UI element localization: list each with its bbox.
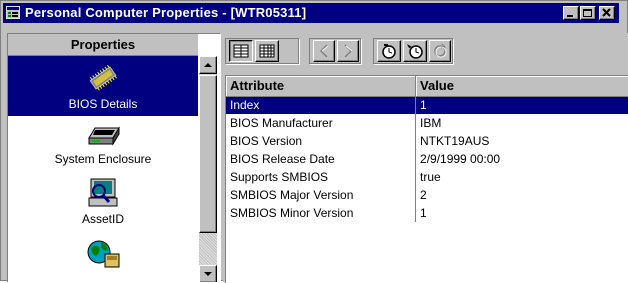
column-header-value[interactable]: Value [415,76,628,97]
refresh-button[interactable] [429,40,451,62]
properties-grid: Attribute Value Index 1 BIOS Manufacture… [225,75,628,283]
attribute-cell: Index [226,96,417,114]
table-row[interactable]: SMBIOS Minor Version 1 [226,204,628,222]
maximize-button[interactable] [580,6,596,20]
app-window: Personal Computer Properties - [WTR05311… [0,0,628,283]
properties-header: Properties [8,34,198,56]
arrow-down-icon [204,272,212,276]
sidebar-item-assetid[interactable]: AssetID [8,172,198,232]
sidebar-item-bios-details[interactable]: BIOS Details [8,56,198,116]
attribute-cell: BIOS Release Date [226,150,417,168]
previous-button[interactable] [313,40,335,62]
value-cell: 2/9/1999 00:00 [415,150,628,168]
sidebar-item-label: System Enclosure [54,152,152,166]
history-compare-button[interactable] [403,40,427,62]
table-header-row: Attribute Value [226,76,628,97]
sidebar-item-network[interactable] [8,232,198,282]
previous-icon [319,44,329,58]
minimize-button[interactable] [563,6,579,20]
attribute-cell: BIOS Version [226,132,417,150]
attribute-cell: BIOS Manufacturer [226,114,417,132]
network-globe-icon [87,240,120,268]
value-cell: 1 [415,204,628,222]
attribute-cell: SMBIOS Major Version [226,186,417,204]
next-button[interactable] [337,40,359,62]
close-button[interactable] [599,6,615,20]
sidebar-item-label: AssetID [81,212,124,226]
grid-view-icon [259,44,275,58]
next-icon [344,44,353,58]
value-cell: 1 [415,96,628,114]
table-row[interactable]: Index 1 [226,96,628,114]
client-area: Properties BIOS Details System Enclosure… [3,25,628,283]
value-cell: NTKT19AUS [415,132,628,150]
table-row[interactable]: SMBIOS Major Version 2 [226,186,628,204]
app-icon [6,6,20,19]
maximize-icon [583,9,592,17]
column-header-attribute[interactable]: Attribute [226,76,417,97]
table-row[interactable]: BIOS Release Date 2/9/1999 00:00 [226,150,628,168]
window-title: Personal Computer Properties - [WTR05311… [25,5,307,20]
details-pane: Attribute Value Index 1 BIOS Manufacture… [223,33,628,283]
arrow-up-icon [204,63,212,67]
sidebar-item-label: BIOS Details [68,97,138,111]
details-view-button[interactable] [229,40,253,62]
attribute-cell: SMBIOS Minor Version [226,204,417,222]
table-row[interactable]: BIOS Version NTKT19AUS [226,132,628,150]
title-bar[interactable]: Personal Computer Properties - [WTR05311… [3,3,619,23]
value-cell: 2 [415,186,628,204]
asset-id-icon [88,178,118,207]
attribute-cell: Supports SMBIOS [226,168,417,186]
properties-pane: Properties BIOS Details System Enclosure… [7,33,221,282]
value-cell: true [415,168,628,186]
scroll-down-button[interactable] [199,265,217,282]
properties-table: Attribute Value Index 1 BIOS Manufacture… [226,76,628,222]
properties-scrollbar[interactable] [199,56,217,282]
value-cell: IBM [415,114,628,132]
bios-chip-icon [89,64,118,91]
properties-list: BIOS Details System Enclosure AssetID [8,56,198,282]
table-row[interactable]: BIOS Manufacturer IBM [226,114,628,132]
refresh-icon [434,43,447,58]
toolbar [223,33,628,67]
table-row[interactable]: Supports SMBIOS true [226,168,628,186]
system-enclosure-icon [88,126,120,146]
scroll-up-button[interactable] [199,56,217,74]
details-view-icon [233,44,249,58]
close-icon [602,8,611,17]
minimize-icon [567,15,573,17]
sidebar-item-system-enclosure[interactable]: System Enclosure [8,112,198,172]
history-compare-icon [407,44,423,59]
history-button[interactable] [377,40,401,62]
history-icon [382,44,396,59]
scroll-thumb[interactable] [199,75,217,233]
grid-view-button[interactable] [255,40,279,62]
